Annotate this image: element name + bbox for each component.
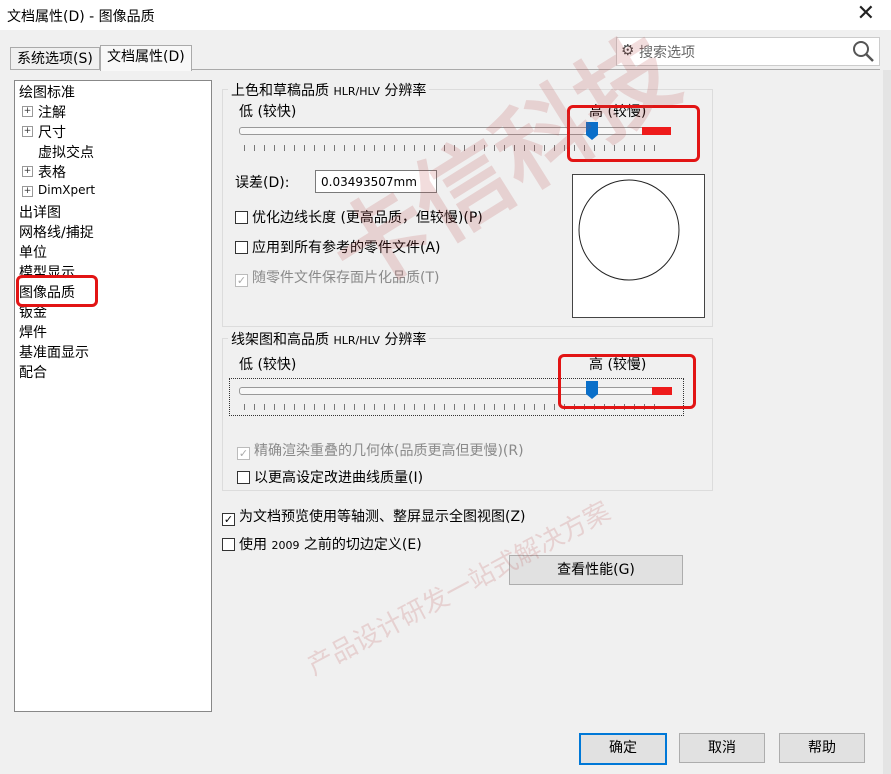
tree-item-dimensions[interactable]: 尺寸 xyxy=(38,122,66,142)
shaded-quality-title: 上色和草稿品质 HLR/HLV 分辨率 xyxy=(228,80,430,100)
precise-render-label: 精确渲染重叠的几何体(品质更高但更慢)(R) xyxy=(254,443,524,459)
window-edge xyxy=(883,70,891,774)
tree-item-grid-snap[interactable]: 网格线/捕捉 xyxy=(19,222,94,242)
wireframe-quality-title: 线架图和高品质 HLR/HLV 分辨率 xyxy=(228,329,430,349)
selection-highlight xyxy=(16,275,98,307)
tree-item-detailing[interactable]: 出详图 xyxy=(19,202,61,222)
expand-icon[interactable]: + xyxy=(22,126,33,137)
tree-item-plane-display[interactable]: 基准面显示 xyxy=(19,342,89,362)
improve-curve-option[interactable]: 以更高设定改进曲线质量(I) xyxy=(237,467,423,487)
save-tessellation-checkbox: ✓ xyxy=(235,274,248,287)
help-button[interactable]: 帮助 xyxy=(779,733,865,763)
pre2009-label-year: 2009 xyxy=(271,539,300,552)
cancel-button[interactable]: 取消 xyxy=(679,733,765,763)
pre2009-tangent-option[interactable]: 使用 2009 之前的切边定义(E) xyxy=(222,534,422,554)
group-title-text: 线架图和高品质 xyxy=(231,332,334,348)
tree-item-mates[interactable]: 配合 xyxy=(19,362,47,382)
isometric-preview-option[interactable]: ✓ 为文档预览使用等轴测、整屏显示全图视图(Z) xyxy=(222,506,526,526)
tree-item-dimxpert[interactable]: DimXpert xyxy=(38,183,95,197)
isometric-preview-label: 为文档预览使用等轴测、整屏显示全图视图(Z) xyxy=(239,509,526,525)
group-title-small: HLR/HLV xyxy=(333,85,380,98)
quality-preview xyxy=(572,174,705,318)
group-title-text: 上色和草稿品质 xyxy=(231,83,334,99)
tree-item-units[interactable]: 单位 xyxy=(19,242,47,262)
group-title-small: HLR/HLV xyxy=(333,334,380,347)
tab-document-properties[interactable]: 文档属性(D) xyxy=(100,45,192,71)
shaded-low-label: 低 (较快) xyxy=(239,104,297,120)
group-title-end: 分辨率 xyxy=(379,332,427,348)
tree-item-tables[interactable]: 表格 xyxy=(38,162,66,182)
optimize-edge-checkbox[interactable] xyxy=(235,211,248,224)
improve-curve-label: 以更高设定改进曲线质量(I) xyxy=(254,470,424,486)
isometric-preview-checkbox[interactable]: ✓ xyxy=(222,513,235,526)
wireframe-low-label: 低 (较快) xyxy=(239,357,297,373)
pre2009-tangent-checkbox[interactable] xyxy=(222,538,235,551)
apply-referenced-checkbox[interactable] xyxy=(235,241,248,254)
tolerance-label: 误差(D): xyxy=(235,175,290,191)
expand-icon[interactable]: + xyxy=(22,186,33,197)
window-title: 文档属性(D) - 图像品质 xyxy=(7,9,155,25)
group-title-end: 分辨率 xyxy=(379,83,427,99)
pre2009-label-start: 使用 xyxy=(239,537,272,553)
tree-item-virtual-sharps[interactable]: 虚拟交点 xyxy=(38,142,94,162)
precise-render-checkbox: ✓ xyxy=(237,447,250,460)
expand-icon[interactable]: + xyxy=(22,106,33,117)
tab-system-options[interactable]: 系统选项(S) xyxy=(10,47,100,70)
tree-item-weldments[interactable]: 焊件 xyxy=(19,322,47,342)
tree-item-drafting-standard[interactable]: 绘图标准 xyxy=(19,82,75,102)
precise-render-option: ✓ 精确渲染重叠的几何体(品质更高但更慢)(R) xyxy=(237,440,524,460)
close-icon[interactable]: ✕ xyxy=(857,1,875,27)
improve-curve-checkbox[interactable] xyxy=(237,471,250,484)
options-tree[interactable]: 绘图标准 + 注解 + 尺寸 虚拟交点 + 表格 + DimXpert 出详图 … xyxy=(14,80,212,712)
wireframe-slider-highlight xyxy=(558,354,696,409)
tree-item-annotations[interactable]: 注解 xyxy=(38,102,66,122)
pre2009-label-end: 之前的切边定义(E) xyxy=(299,537,422,553)
search-icon[interactable] xyxy=(851,39,875,63)
expand-icon[interactable]: + xyxy=(22,166,33,177)
ok-button[interactable]: 确定 xyxy=(579,733,667,765)
